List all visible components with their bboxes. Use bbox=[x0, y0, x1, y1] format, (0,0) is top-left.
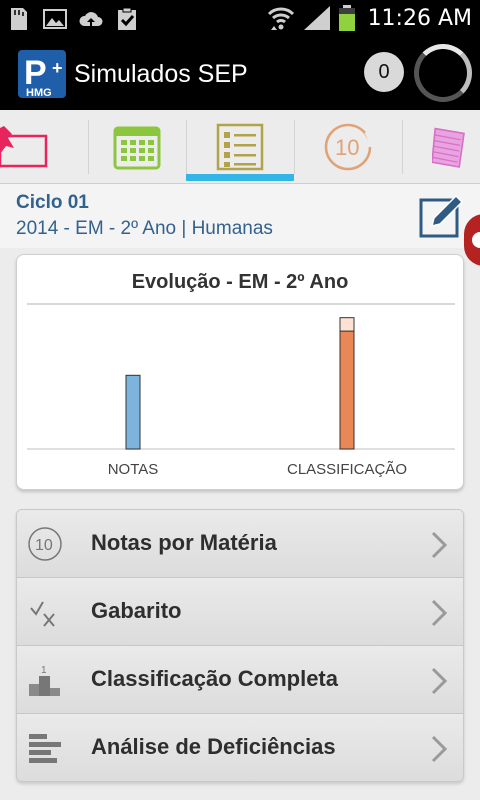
check-x-icon bbox=[30, 601, 55, 627]
chevron-right-icon bbox=[431, 599, 448, 627]
checklist-tab[interactable] bbox=[186, 110, 294, 184]
menu-item-analise-de-deficiencias[interactable]: Análise de Deficiências bbox=[17, 714, 463, 781]
menu-item-label: Gabarito bbox=[91, 598, 182, 623]
cycle-title: Ciclo 01 bbox=[16, 192, 89, 213]
status-clock: 11:26 AM bbox=[367, 5, 472, 31]
svg-text:10: 10 bbox=[35, 537, 53, 554]
cycle-header: Ciclo 01 2014 - EM - 2º Ano | Humanas bbox=[0, 184, 480, 248]
loading-spinner-icon bbox=[414, 44, 472, 102]
menu-item-classificacao-completa[interactable]: 1 Classificação Completa bbox=[17, 646, 463, 714]
sd-card-icon bbox=[11, 8, 27, 30]
score-tab[interactable]: 10 bbox=[294, 110, 402, 184]
notebook-icon bbox=[432, 127, 465, 168]
clipboard-check-icon bbox=[118, 7, 136, 30]
battery-icon bbox=[338, 5, 355, 31]
cycle-subtitle: 2014 - EM - 2º Ano | Humanas bbox=[16, 218, 273, 239]
bar-top-classificação bbox=[339, 317, 355, 332]
pinned-note-tab[interactable] bbox=[0, 110, 50, 184]
checklist-icon bbox=[216, 123, 264, 171]
svg-text:10: 10 bbox=[335, 135, 359, 160]
chevron-right-icon bbox=[431, 531, 448, 559]
signal-icon bbox=[303, 6, 330, 30]
pushpin-note-icon bbox=[0, 126, 48, 168]
action-bar: P + HMG Simulados SEP 0 bbox=[0, 38, 480, 110]
calendar-icon bbox=[113, 126, 161, 170]
menu-item-notas-por-materia[interactable]: 10 Notas por Matéria bbox=[17, 510, 463, 578]
system-icons: 11:26 AM bbox=[266, 4, 472, 32]
x-tick-label: CLASSIFICAÇÃO bbox=[287, 461, 407, 478]
score-10-icon: 10 bbox=[324, 123, 373, 171]
bar-classificação bbox=[339, 330, 355, 450]
menu-item-label: Classificação Completa bbox=[91, 666, 338, 691]
app-logo-icon[interactable]: P + HMG bbox=[18, 50, 66, 98]
menu-item-label: Análise de Deficiências bbox=[91, 734, 336, 759]
wifi-icon bbox=[267, 7, 294, 30]
cloud-upload-icon bbox=[79, 12, 103, 26]
menu-list: 10 Notas por Matéria Gabarito 1 Classifi… bbox=[16, 509, 464, 782]
selected-tab-indicator bbox=[186, 174, 294, 181]
chevron-right-icon bbox=[431, 735, 448, 763]
podium-icon: 1 bbox=[29, 665, 60, 696]
notification-count-badge[interactable]: 0 bbox=[364, 52, 404, 92]
calendar-tab[interactable] bbox=[88, 110, 186, 184]
svg-text:+: + bbox=[52, 58, 63, 78]
svg-text:1: 1 bbox=[41, 665, 47, 676]
chart-card: NOTAS CLASSIFICAÇÃO Evolução - EM - 2º An… bbox=[16, 254, 464, 490]
edit-button[interactable] bbox=[418, 192, 466, 240]
status-bar: 11:26 AM bbox=[0, 0, 480, 38]
app-title: Simulados SEP bbox=[74, 60, 248, 88]
menu-item-gabarito[interactable]: Gabarito bbox=[17, 578, 463, 646]
notification-icons bbox=[6, 6, 140, 32]
tab-strip: 10 bbox=[0, 110, 480, 184]
image-icon bbox=[43, 9, 67, 29]
x-tick-label: NOTAS bbox=[108, 461, 159, 478]
bar-list-icon bbox=[29, 734, 61, 763]
chevron-right-icon bbox=[431, 667, 448, 695]
score-10-icon: 10 bbox=[28, 527, 62, 561]
chart-title: Evolução - EM - 2º Ano bbox=[131, 271, 349, 293]
svg-text:HMG: HMG bbox=[26, 87, 52, 98]
notebook-tab[interactable] bbox=[402, 110, 480, 184]
bar-notas bbox=[125, 374, 141, 450]
menu-item-label: Notas por Matéria bbox=[91, 530, 277, 555]
